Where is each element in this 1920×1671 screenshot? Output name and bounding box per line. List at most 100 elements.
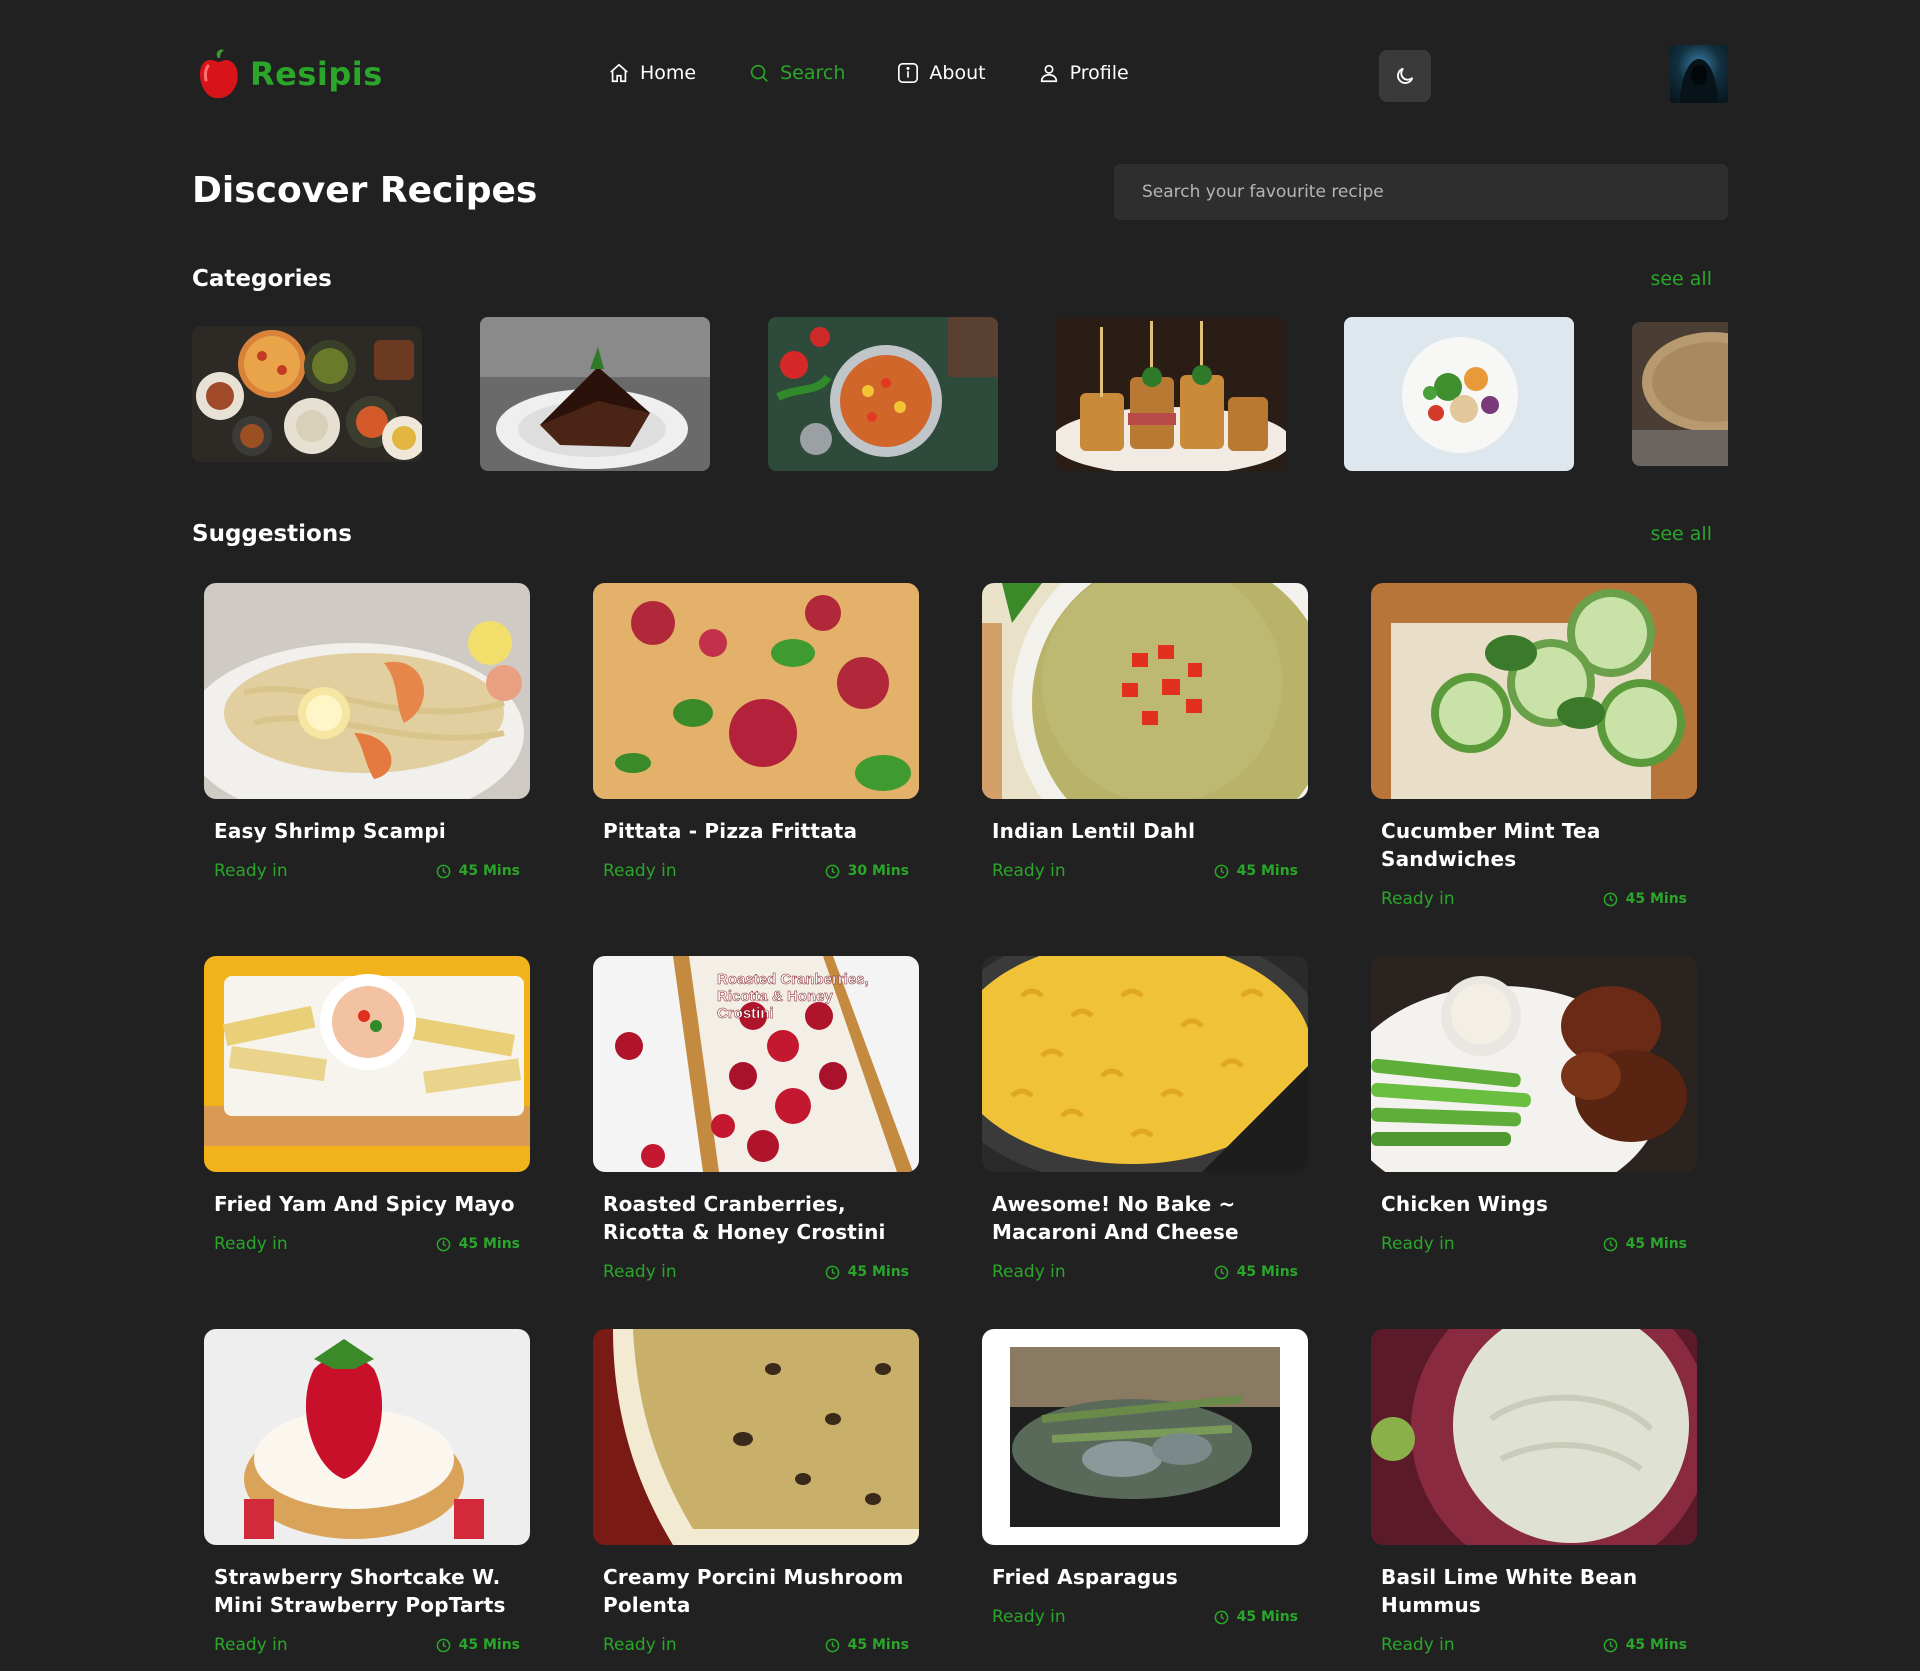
recipe-card[interactable]: Strawberry Shortcake W. Mini Strawberry …	[204, 1329, 530, 1655]
recipe-card[interactable]: Easy Shrimp Scampi Ready in 45 Mins	[204, 583, 530, 881]
cook-time: 30 Mins	[825, 863, 909, 879]
clock-icon	[1603, 1638, 1617, 1652]
fried-yam-image	[204, 956, 530, 1172]
recipe-image	[1371, 583, 1697, 799]
home-icon	[610, 63, 628, 83]
cook-time: 45 Mins	[436, 863, 520, 879]
ready-in-label: Ready in	[603, 861, 677, 881]
hooded-figure-image	[1680, 59, 1718, 103]
brand-name: Resipis	[250, 55, 383, 93]
nav-profile-label: Profile	[1069, 62, 1129, 84]
recipe-card[interactable]: Cucumber Mint Tea Sandwiches Ready in 45…	[1371, 583, 1697, 909]
recipe-image	[593, 583, 919, 799]
category-card-bread[interactable]	[1632, 322, 1728, 466]
recipe-meta: Ready in 45 Mins	[1381, 889, 1687, 909]
categories-see-all-link[interactable]: see all	[1650, 268, 1712, 290]
recipe-meta: Ready in 45 Mins	[214, 1635, 520, 1655]
suggestions-heading: Suggestions	[192, 521, 352, 547]
recipe-card[interactable]: Fried Asparagus Ready in 45 Mins	[982, 1329, 1308, 1627]
recipe-title: Pittata - Pizza Frittata	[603, 819, 858, 843]
recipe-card[interactable]: Fried Yam And Spicy Mayo Ready in 45 Min…	[204, 956, 530, 1254]
cook-time-value: 45 Mins	[1625, 1236, 1687, 1252]
nav-profile[interactable]: Profile	[1038, 62, 1129, 84]
info-icon	[898, 63, 919, 83]
cook-time: 45 Mins	[1214, 1264, 1298, 1280]
clock-icon	[1214, 1610, 1228, 1624]
cook-time-value: 45 Mins	[1236, 1264, 1298, 1280]
user-avatar[interactable]	[1670, 45, 1728, 103]
nav-about[interactable]: About	[897, 62, 986, 84]
cook-time-value: 45 Mins	[1236, 1609, 1298, 1625]
category-card-salad[interactable]	[1344, 317, 1574, 471]
pizza-frittata-image	[593, 583, 919, 799]
cook-time-value: 45 Mins	[1625, 891, 1687, 907]
nav-about-label: About	[929, 62, 986, 84]
recipe-meta: Ready in 45 Mins	[214, 861, 520, 881]
user-icon	[1040, 64, 1057, 83]
cook-time-value: 45 Mins	[458, 1236, 520, 1252]
cook-time: 45 Mins	[1603, 1236, 1687, 1252]
recipe-title: Strawberry Shortcake W. Mini Strawberry …	[214, 1565, 506, 1617]
categories-heading: Categories	[192, 266, 332, 292]
cook-time: 45 Mins	[825, 1637, 909, 1653]
page-title: Discover Recipes	[192, 170, 538, 211]
suggestions-see-all-link[interactable]: see all	[1650, 523, 1712, 545]
recipe-meta: Ready in 30 Mins	[603, 861, 909, 881]
recipe-title: Indian Lentil Dahl	[992, 819, 1196, 843]
nav-search[interactable]: Search	[748, 62, 845, 84]
cook-time-value: 45 Mins	[847, 1264, 909, 1280]
recipe-card[interactable]: Indian Lentil Dahl Ready in 45 Mins	[982, 583, 1308, 881]
clock-icon	[436, 864, 450, 878]
nav-search-label: Search	[780, 62, 846, 84]
clock-icon	[825, 1265, 839, 1279]
recipe-title: Cucumber Mint Tea Sandwiches	[1381, 819, 1601, 871]
recipe-image	[982, 956, 1308, 1172]
cook-time-value: 45 Mins	[458, 1637, 520, 1653]
cucumber-sandwich-image	[1371, 583, 1697, 799]
shrimp-scampi-image	[204, 583, 530, 799]
cranberry-crostini-image: Roasted Cranberries, Ricotta & Honey Cro…	[593, 956, 919, 1172]
category-card-appetizers[interactable]	[1056, 317, 1286, 471]
recipe-card[interactable]: Chicken Wings Ready in 45 Mins	[1371, 956, 1697, 1254]
nav-home[interactable]: Home	[608, 62, 696, 84]
cook-time-value: 45 Mins	[1236, 863, 1298, 879]
cook-time: 45 Mins	[1603, 1637, 1687, 1653]
recipe-card[interactable]: Basil Lime White Bean Hummus Ready in 45…	[1371, 1329, 1697, 1655]
recipe-meta: Ready in 45 Mins	[1381, 1635, 1687, 1655]
recipe-meta: Ready in 45 Mins	[214, 1234, 520, 1254]
recipe-image: Roasted Cranberries, Ricotta & Honey Cro…	[593, 956, 919, 1172]
recipe-meta: Ready in 45 Mins	[603, 1262, 909, 1282]
ready-in-label: Ready in	[603, 1262, 677, 1282]
recipe-title: Fried Yam And Spicy Mayo	[214, 1192, 515, 1216]
chicken-wings-image	[1371, 956, 1697, 1172]
recipe-meta: Ready in 45 Mins	[992, 1607, 1298, 1627]
clock-icon	[436, 1638, 450, 1652]
strawberry-shortcake-image	[204, 1329, 530, 1545]
cook-time-value: 45 Mins	[847, 1637, 909, 1653]
pepper-logo-icon	[200, 49, 238, 99]
white-bean-hummus-image	[1371, 1329, 1697, 1545]
recipe-title: Basil Lime White Bean Hummus	[1381, 1565, 1638, 1617]
category-card-assorted-dishes[interactable]	[192, 326, 422, 462]
moon-icon	[1397, 67, 1414, 84]
recipe-card[interactable]: Creamy Porcini Mushroom Polenta Ready in…	[593, 1329, 919, 1655]
chocolate-cake-image	[480, 317, 710, 471]
category-card-dessert[interactable]	[480, 317, 710, 471]
clock-icon	[1214, 1265, 1228, 1279]
ready-in-label: Ready in	[992, 861, 1066, 881]
recipe-search-input[interactable]	[1114, 164, 1728, 220]
ready-in-label: Ready in	[214, 861, 288, 881]
theme-toggle-button[interactable]	[1379, 50, 1431, 102]
image-caption-line-3: Crostini	[717, 1005, 774, 1022]
ready-in-label: Ready in	[1381, 1234, 1455, 1254]
recipe-card[interactable]: Pittata - Pizza Frittata Ready in 30 Min…	[593, 583, 919, 881]
clock-icon	[436, 1237, 450, 1251]
recipe-meta: Ready in 45 Mins	[1381, 1234, 1687, 1254]
recipe-card[interactable]: Roasted Cranberries, Ricotta & Honey Cro…	[593, 956, 919, 1282]
brand-logo[interactable]: Resipis	[196, 48, 383, 100]
ready-in-label: Ready in	[1381, 1635, 1455, 1655]
recipe-title: Roasted Cranberries, Ricotta & Honey Cro…	[603, 1192, 886, 1244]
cook-time: 45 Mins	[436, 1236, 520, 1252]
recipe-card[interactable]: Awesome! No Bake ~ Macaroni And Cheese R…	[982, 956, 1308, 1282]
category-card-stew[interactable]	[768, 317, 998, 471]
